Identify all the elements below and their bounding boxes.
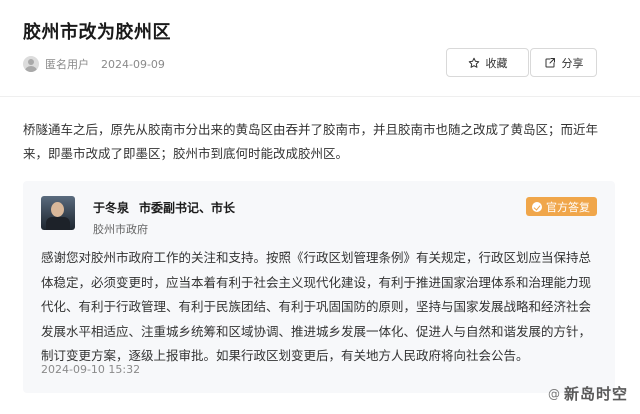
- author-name: 匿名用户: [45, 58, 89, 71]
- official-org: 胶州市政府: [93, 223, 148, 236]
- publish-date: 2024-09-09: [101, 57, 165, 71]
- favorite-button[interactable]: 收藏: [446, 48, 529, 77]
- star-icon: [468, 57, 479, 68]
- badge-label: 官方答复: [546, 200, 590, 214]
- official-identity: 于冬泉 市委副书记、市长: [93, 199, 235, 216]
- official-avatar: [41, 196, 75, 230]
- official-name: 于冬泉: [93, 201, 130, 215]
- share-button[interactable]: 分享: [530, 48, 597, 77]
- at-icon: @: [547, 386, 561, 401]
- official-role: 市委副书记、市长: [139, 201, 236, 215]
- official-reply-badge: 官方答复: [526, 197, 597, 216]
- official-answer-card: 于冬泉 市委副书记、市长 胶州市政府 官方答复 感谢您对胶州市政府工作的关注和支持…: [23, 181, 615, 393]
- answer-text: 感谢您对胶州市政府工作的关注和支持。按照《行政区划管理条例》有关规定，行政区划应…: [41, 250, 592, 363]
- page-title: 胶州市改为胶州区: [23, 22, 171, 43]
- favorite-label: 收藏: [485, 56, 508, 70]
- question-text: 桥隧通车之后，原先从胶南市分出来的黄岛区由吞并了胶南市，并且胶南市也随之改成了黄…: [23, 122, 599, 161]
- answer-timestamp: 2024-09-10 15:32: [41, 363, 141, 376]
- user-avatar-icon: [23, 56, 39, 72]
- watermark-text: 新岛时空: [563, 385, 628, 403]
- share-icon: [545, 57, 555, 67]
- header-divider: [0, 96, 640, 97]
- watermark: @ 新岛时空: [548, 383, 628, 404]
- article-meta: 匿名用户 2024-09-09: [23, 55, 165, 73]
- share-label: 分享: [561, 56, 584, 70]
- check-circle-icon: [532, 201, 542, 212]
